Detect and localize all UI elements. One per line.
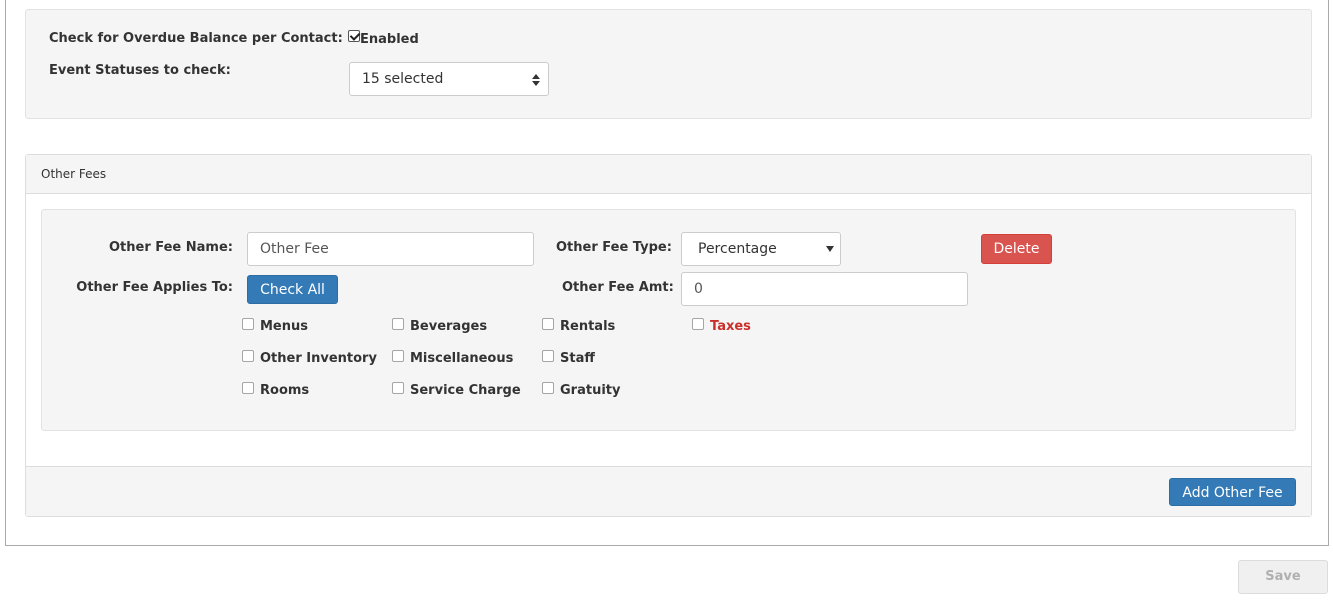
miscellaneous-checkbox[interactable]: [392, 349, 404, 362]
enabled-label: Enabled: [360, 32, 419, 47]
fee-name-value: Other Fee: [260, 241, 329, 257]
service-charge-label: Service Charge: [410, 383, 521, 398]
category-rooms[interactable]: Rooms: [242, 381, 310, 398]
beverages-label: Beverages: [410, 319, 488, 334]
service-charge-checkbox[interactable]: [392, 381, 404, 394]
rentals-checkbox[interactable]: [542, 317, 554, 330]
event-statuses-value: 15 selected: [362, 71, 444, 87]
save-button[interactable]: Save: [1238, 560, 1328, 594]
gratuity-label: Gratuity: [560, 383, 621, 398]
event-statuses-label: Event Statuses to check:: [49, 63, 231, 78]
category-gratuity[interactable]: Gratuity: [542, 381, 621, 398]
overdue-settings-well: Check for Overdue Balance per Contact: E…: [25, 9, 1312, 119]
caret-down-icon: [826, 246, 834, 252]
gratuity-checkbox[interactable]: [542, 381, 554, 394]
rooms-checkbox[interactable]: [242, 381, 254, 394]
category-miscellaneous[interactable]: Miscellaneous: [392, 349, 514, 366]
enabled-checkbox[interactable]: [348, 29, 360, 42]
fee-amt-value: 0: [694, 281, 703, 297]
category-rentals[interactable]: Rentals: [542, 317, 616, 334]
taxes-label: Taxes: [710, 319, 751, 334]
fee-name-label: Other Fee Name:: [108, 240, 233, 255]
fee-type-value: Percentage: [698, 241, 777, 257]
add-other-fee-button[interactable]: Add Other Fee: [1169, 478, 1296, 506]
applies-to-label: Other Fee Applies To:: [76, 280, 233, 295]
fee-type-label: Other Fee Type:: [556, 240, 672, 255]
other-inventory-checkbox[interactable]: [242, 349, 254, 362]
rentals-label: Rentals: [560, 319, 616, 334]
category-taxes[interactable]: Taxes: [692, 317, 751, 334]
category-staff[interactable]: Staff: [542, 349, 595, 366]
rooms-label: Rooms: [260, 383, 310, 398]
overdue-check-label: Check for Overdue Balance per Contact:: [49, 31, 343, 46]
other-inventory-label: Other Inventory: [260, 351, 377, 366]
beverages-checkbox[interactable]: [392, 317, 404, 330]
category-service-charge[interactable]: Service Charge: [392, 381, 521, 398]
other-fees-footer: Add Other Fee: [26, 466, 1311, 516]
category-other-inventory[interactable]: Other Inventory: [242, 349, 377, 366]
event-statuses-multiselect[interactable]: 15 selected: [349, 62, 549, 96]
fee-amt-input[interactable]: 0: [681, 272, 968, 306]
miscellaneous-label: Miscellaneous: [410, 351, 514, 366]
category-menus[interactable]: Menus: [242, 317, 309, 334]
settings-container: Check for Overdue Balance per Contact: E…: [5, 0, 1329, 546]
staff-label: Staff: [560, 351, 595, 366]
delete-fee-button[interactable]: Delete: [981, 234, 1052, 264]
taxes-checkbox[interactable]: [692, 317, 704, 330]
check-all-button[interactable]: Check All: [247, 275, 338, 304]
staff-checkbox[interactable]: [542, 349, 554, 362]
other-fee-entry: Other Fee Name: Other Fee Other Fee Type…: [41, 209, 1296, 431]
other-fees-heading: Other Fees: [26, 155, 1311, 194]
sort-icon: [532, 74, 540, 86]
other-fees-panel: Other Fees Other Fee Name: Other Fee Oth…: [25, 154, 1312, 517]
enabled-checkbox-group[interactable]: Enabled: [348, 29, 419, 47]
fee-amt-label: Other Fee Amt:: [562, 280, 674, 295]
category-beverages[interactable]: Beverages: [392, 317, 488, 334]
fee-name-input[interactable]: Other Fee: [247, 232, 534, 266]
menus-label: Menus: [260, 319, 309, 334]
fee-type-select[interactable]: Percentage: [681, 232, 841, 266]
menus-checkbox[interactable]: [242, 317, 254, 330]
